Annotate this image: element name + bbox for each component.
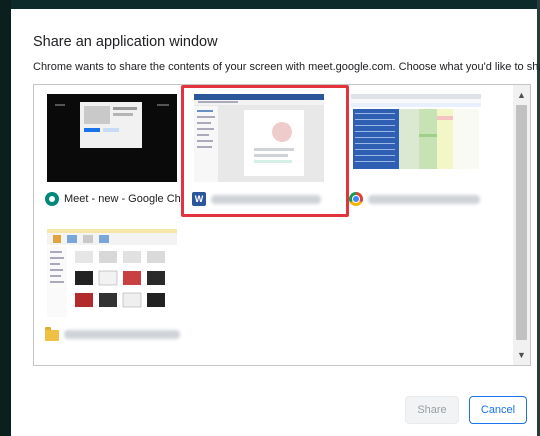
window-item-label <box>45 324 183 344</box>
window-title-meet: Meet - new - Google Ch... <box>64 193 183 205</box>
window-item-word[interactable]: W <box>181 85 349 220</box>
dialog-title: Share an application window <box>33 34 218 50</box>
scroll-down-arrow-icon[interactable]: ▼ <box>513 347 530 363</box>
google-meet-icon <box>45 192 59 206</box>
window-thumbnail-explorer <box>47 229 177 317</box>
window-item-explorer[interactable] <box>37 223 185 355</box>
scroll-up-arrow-icon[interactable]: ▲ <box>513 87 530 103</box>
share-button[interactable]: Share <box>405 396 459 424</box>
microsoft-word-icon: W <box>192 192 206 206</box>
picker-scrollbar[interactable]: ▲ ▼ <box>513 85 530 365</box>
window-item-chrome[interactable] <box>341 88 489 220</box>
folder-icon <box>45 326 59 341</box>
window-thumbnail-word <box>194 94 324 182</box>
cancel-button[interactable]: Cancel <box>469 396 527 424</box>
window-title-word <box>211 194 321 204</box>
window-item-label: Meet - new - Google Ch... <box>45 189 183 209</box>
window-item-meet[interactable]: Meet - new - Google Ch... <box>37 88 185 220</box>
window-item-label: W <box>192 189 330 209</box>
window-title-chrome <box>368 194 480 204</box>
share-window-dialog: Share an application window Chrome wants… <box>11 9 540 436</box>
window-frame-top <box>0 0 540 9</box>
window-thumbnail-chrome <box>351 94 481 182</box>
chrome-icon <box>349 192 363 206</box>
window-title-explorer <box>64 329 180 339</box>
dialog-subtitle: Chrome wants to share the contents of yo… <box>33 61 540 73</box>
window-picker: Meet - new - Google Ch... W ▲ ▼ <box>33 84 531 366</box>
window-frame-left <box>0 0 11 436</box>
scrollbar-thumb[interactable] <box>516 105 527 340</box>
window-grid: Meet - new - Google Ch... W <box>34 85 512 365</box>
window-item-label <box>349 189 487 209</box>
window-thumbnail-meet <box>47 94 177 182</box>
